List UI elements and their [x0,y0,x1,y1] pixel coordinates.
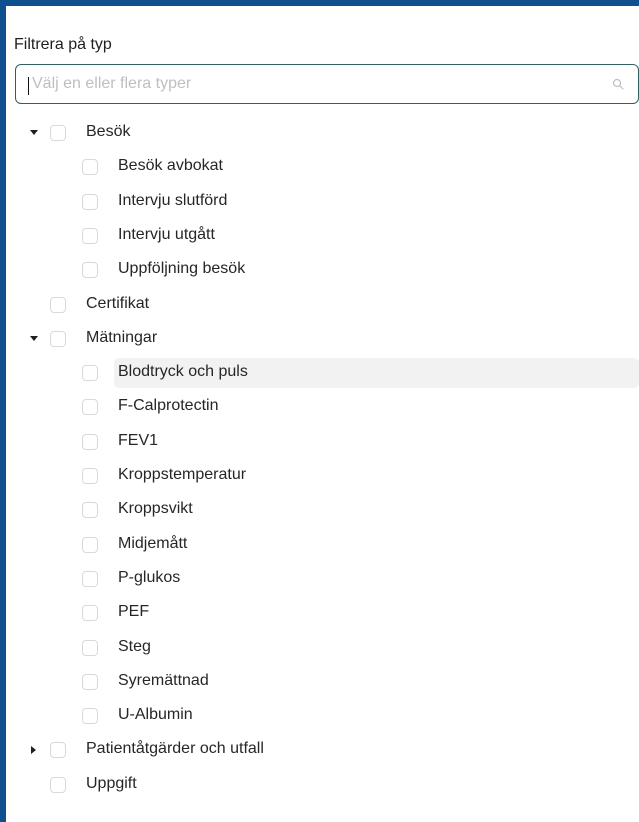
tree-node[interactable]: PEF [6,598,639,628]
type-filter-panel: Filtrera på typ Besök Besök avbokat Interv… [6,6,639,822]
caret-right-icon[interactable] [29,745,39,755]
tree-node-label: Intervju utgått [118,226,215,243]
tree-node-label: Besök avbokat [118,157,223,174]
tree-node-label: FEV1 [118,432,159,449]
text-caret [28,77,29,95]
tree-checkbox[interactable] [82,159,98,175]
tree-node[interactable]: Patientåtgärder och utfall [6,735,639,765]
tree-checkbox[interactable] [82,434,98,450]
tree-node[interactable]: Steg [6,633,639,663]
tree-node-label: Blodtryck och puls [118,363,248,380]
tree-checkbox[interactable] [50,742,66,758]
tree-node[interactable]: Besök avbokat [6,152,639,182]
tree-node[interactable]: Besök [6,118,639,148]
tree-checkbox[interactable] [82,262,98,278]
tree-checkbox[interactable] [82,605,98,621]
tree-checkbox[interactable] [50,331,66,347]
tree-node[interactable]: Intervju slutförd [6,187,639,217]
tree-node-label: Mätningar [86,329,158,346]
tree-checkbox[interactable] [82,674,98,690]
tree-node-label: Intervju slutförd [118,192,228,209]
tree-node[interactable]: Uppgift [6,770,639,800]
caret-down-icon[interactable] [29,334,39,344]
type-search-field[interactable] [15,64,639,104]
tree-node-label: Uppföljning besök [118,260,246,277]
tree-node-label: Certifikat [86,295,150,312]
tree-node[interactable]: Kroppsvikt [6,495,639,525]
tree-node-label: Kroppsvikt [118,500,193,517]
tree-node-label: P-glukos [118,569,181,586]
tree-checkbox[interactable] [82,365,98,381]
tree-node[interactable]: U-Albumin [6,701,639,731]
tree-checkbox[interactable] [82,468,98,484]
caret-down-icon[interactable] [29,128,39,138]
tree-node[interactable]: Certifikat [6,290,639,320]
tree-node[interactable]: Uppföljning besök [6,255,639,285]
tree-node-label: PEF [118,603,150,620]
tree-checkbox[interactable] [50,125,66,141]
tree-node-label: F-Calprotectin [118,397,219,414]
tree-checkbox[interactable] [82,537,98,553]
tree-node-label: Uppgift [86,775,137,792]
tree-checkbox[interactable] [82,640,98,656]
tree-checkbox[interactable] [82,399,98,415]
tree-node[interactable]: Blodtryck och puls [6,358,639,388]
tree-node[interactable]: FEV1 [6,427,639,457]
search-icon[interactable] [612,78,624,90]
tree-node[interactable]: Kroppstemperatur [6,461,639,491]
tree-checkbox[interactable] [82,571,98,587]
tree-node-label: Syremättnad [118,672,209,689]
tree-checkbox[interactable] [82,228,98,244]
type-search-input[interactable] [32,65,592,102]
tree-checkbox[interactable] [82,194,98,210]
tree-node[interactable]: Mätningar [6,324,639,354]
tree-node-label: Midjemått [118,535,188,552]
tree-node-label: Patientåtgärder och utfall [86,740,264,757]
tree-node[interactable]: F-Calprotectin [6,392,639,422]
tree-node-label: U-Albumin [118,706,193,723]
tree-checkbox[interactable] [82,502,98,518]
tree-node[interactable]: Intervju utgått [6,221,639,251]
tree-checkbox[interactable] [82,708,98,724]
tree-node-label: Steg [118,638,151,655]
tree-node-label: Besök [86,123,131,140]
tree-node[interactable]: Syremättnad [6,667,639,697]
filter-label: Filtrera på typ [14,36,112,53]
tree-checkbox[interactable] [50,777,66,793]
tree-checkbox[interactable] [50,297,66,313]
tree-node-label: Kroppstemperatur [118,466,247,483]
tree-node[interactable]: P-glukos [6,564,639,594]
tree-node[interactable]: Midjemått [6,530,639,560]
